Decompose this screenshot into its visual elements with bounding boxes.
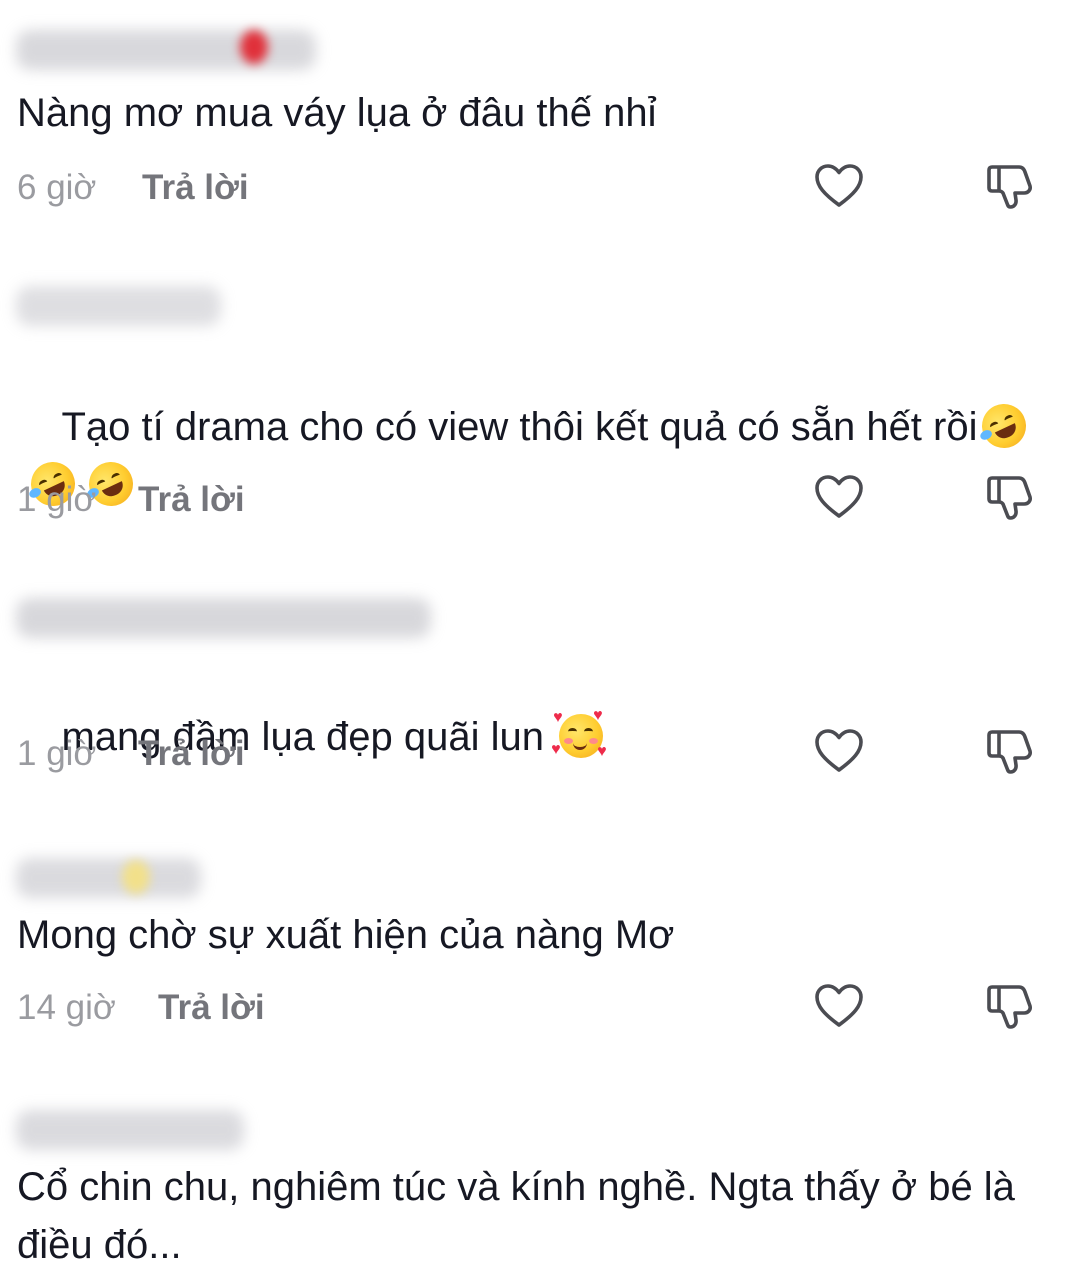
comment-item: Mong chờ sự xuất hiện của nàng Mơ 14 giờ… xyxy=(0,830,1079,1090)
username-emoji-blurred xyxy=(122,860,150,894)
reply-button[interactable]: Trả lời xyxy=(158,988,265,1028)
heart-outline-icon[interactable] xyxy=(814,163,864,209)
comment-item: mang đầm lụa đẹp quãi lun ♥ ♥ ♥ ♥ 1 giờ Trả… xyxy=(0,570,1079,830)
username-blurred[interactable] xyxy=(16,30,316,70)
thumbs-down-outline-icon[interactable] xyxy=(985,474,1035,520)
username-blurred[interactable] xyxy=(16,286,221,326)
comment-time: 6 giờ xyxy=(17,168,97,207)
username-blurred[interactable] xyxy=(16,858,201,898)
thumbs-down-outline-icon[interactable] xyxy=(985,728,1035,774)
rolling-on-floor-laughing-emoji-icon xyxy=(974,396,1033,456)
username-blurred[interactable] xyxy=(16,1110,244,1150)
comment-text: Mong chờ sự xuất hiện của nàng Mơ xyxy=(17,913,675,957)
comment-text: Nàng mơ mua váy lụa ở đâu thế nhỉ xyxy=(17,91,657,135)
comment-time: 1 giờ xyxy=(17,734,97,773)
comment-item: Nàng mơ mua váy lụa ở đâu thế nhỉ 6 giờ … xyxy=(0,0,1079,250)
comment-text: Cổ chin chu, nghiêm túc và kính nghề. Ng… xyxy=(17,1165,1027,1267)
comment-item: Cổ chin chu, nghiêm túc và kính nghề. Ng… xyxy=(0,1090,1079,1280)
thumbs-down-outline-icon[interactable] xyxy=(985,983,1035,1029)
username-emoji-blurred xyxy=(240,30,268,64)
reply-button[interactable]: Trả lời xyxy=(138,480,245,520)
username-blurred[interactable] xyxy=(16,598,431,638)
comment-text: Tạo tí drama cho có view thôi kết quả có… xyxy=(17,340,1057,572)
comment-time: 1 giờ xyxy=(17,480,97,519)
heart-outline-icon[interactable] xyxy=(814,983,864,1029)
smiling-face-with-hearts-emoji-icon: ♥ ♥ ♥ ♥ xyxy=(551,707,607,760)
heart-outline-icon[interactable] xyxy=(814,474,864,520)
comment-text-content: mang đầm lụa đẹp quãi lun xyxy=(61,715,545,759)
comment-text-content: Tạo tí drama cho có view thôi kết quả có… xyxy=(61,405,978,449)
comment-item: Tạo tí drama cho có view thôi kết quả có… xyxy=(0,250,1079,570)
heart-outline-icon[interactable] xyxy=(814,728,864,774)
reply-button[interactable]: Trả lời xyxy=(138,734,245,774)
reply-button[interactable]: Trả lời xyxy=(142,168,249,208)
comment-time: 14 giờ xyxy=(17,988,116,1027)
thumbs-down-outline-icon[interactable] xyxy=(985,163,1035,209)
